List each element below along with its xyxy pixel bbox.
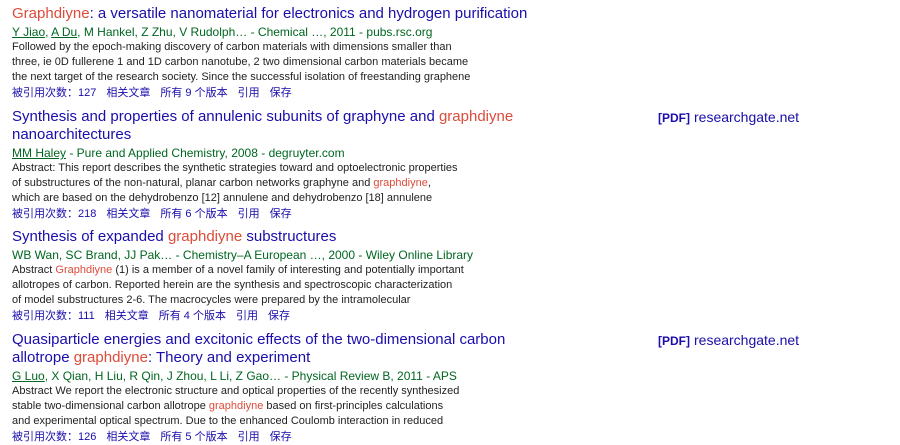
cite-link[interactable]: 引用 bbox=[238, 431, 260, 443]
snippet-text: of model substructures 2-6. The macrocyc… bbox=[12, 294, 411, 306]
result-actions: 被引用次数：127 相关文章 所有 9 个版本 引用 保存 bbox=[12, 86, 892, 101]
related-articles-link[interactable]: 相关文章 bbox=[106, 431, 150, 443]
result-authors: MM Haley - Pure and Applied Chemistry, 2… bbox=[12, 146, 892, 161]
pdf-tag: [PDF] bbox=[658, 111, 690, 125]
snippet-line: Abstract: This report describes the synt… bbox=[12, 161, 512, 176]
snippet-line: which are based on the dehydrobenzo [12]… bbox=[12, 191, 512, 206]
save-link[interactable]: 保存 bbox=[270, 87, 292, 99]
cited-by-link[interactable]: 被引用次数：127 bbox=[12, 87, 96, 99]
result-actions: 被引用次数：126 相关文章 所有 5 个版本 引用 保存 bbox=[12, 430, 892, 445]
snippet-text: the next target of the research society.… bbox=[12, 71, 471, 83]
highlighted-term: graphdiyne bbox=[438, 108, 514, 125]
snippet-text: stable two-dimensional carbon allotrope bbox=[12, 400, 209, 412]
pdf-link[interactable]: [PDF] researchgate.net bbox=[658, 108, 799, 127]
result-title: Synthesis and properties of annulenic su… bbox=[12, 108, 532, 144]
pdf-link[interactable]: [PDF] researchgate.net bbox=[658, 331, 799, 350]
snippet-text: Followed by the epoch-making discovery o… bbox=[12, 41, 452, 53]
result-authors: Y Jiao, A Du, M Hankel, Z Zhu, V Rudolph… bbox=[12, 25, 433, 39]
snippet-line: stable two-dimensional carbon allotrope … bbox=[12, 399, 512, 414]
cite-link[interactable]: 引用 bbox=[238, 208, 260, 220]
highlighted-term: graphdiyne bbox=[167, 228, 243, 245]
search-result: Synthesis and properties of annulenic su… bbox=[12, 108, 892, 222]
result-actions: 被引用次数：111 相关文章 所有 4 个版本 引用 保存 bbox=[12, 309, 892, 324]
author-link[interactable]: G Luo bbox=[12, 369, 45, 383]
pdf-tag: [PDF] bbox=[658, 334, 690, 348]
result-title-link[interactable]: Quasiparticle energies and excitonic eff… bbox=[12, 331, 505, 366]
title-text: nanoarchitectures bbox=[12, 126, 132, 143]
cited-by-link[interactable]: 被引用次数：126 bbox=[12, 431, 96, 443]
cite-link[interactable]: 引用 bbox=[238, 87, 260, 99]
cited-by-link[interactable]: 被引用次数：218 bbox=[12, 208, 96, 220]
result-title: Graphdiyne: a versatile nanomaterial for… bbox=[12, 5, 532, 23]
all-versions-link[interactable]: 所有 6 个版本 bbox=[160, 208, 227, 220]
snippet-line: three, ie 0D fullerene 1 and 1D carbon n… bbox=[12, 55, 512, 70]
snippet-line: Abstract Graphdiyne (1) is a member of a… bbox=[12, 263, 512, 278]
snippet-text: of substructures of the non-natural, pla… bbox=[12, 177, 374, 189]
authors-source-text: - Pure and Applied Chemistry, 2008 - deg… bbox=[66, 146, 345, 160]
result-authors: G Luo, X Qian, H Liu, R Qin, J Zhou, L L… bbox=[12, 369, 892, 384]
cited-by-link[interactable]: 被引用次数：111 bbox=[12, 310, 95, 322]
related-articles-link[interactable]: 相关文章 bbox=[106, 208, 150, 220]
snippet-text: which are based on the dehydrobenzo [12]… bbox=[12, 192, 433, 204]
snippet-text: three, ie 0D fullerene 1 and 1D carbon n… bbox=[12, 56, 469, 68]
authors-source-text: , X Qian, H Liu, R Qin, J Zhou, L Li, Z … bbox=[44, 369, 457, 383]
author-link[interactable]: A Du bbox=[51, 25, 77, 39]
snippet-text: Abstract bbox=[12, 264, 56, 276]
authors-source-text: , M Hankel, Z Zhu, V Rudolph… - Chemical… bbox=[77, 25, 433, 39]
snippet-line: the next target of the research society.… bbox=[12, 70, 512, 85]
result-snippet: Abstract: This report describes the synt… bbox=[12, 161, 512, 206]
result-actions: 被引用次数：218 相关文章 所有 6 个版本 引用 保存 bbox=[12, 207, 892, 222]
snippet-text: Abstract We report the electronic struct… bbox=[12, 385, 460, 397]
snippet-line: and experimental optical spectrum. Due t… bbox=[12, 414, 512, 429]
cite-link[interactable]: 引用 bbox=[236, 310, 258, 322]
author-link[interactable]: MM Haley bbox=[12, 146, 66, 160]
all-versions-link[interactable]: 所有 5 个版本 bbox=[160, 431, 227, 443]
search-result: Graphdiyne: a versatile nanomaterial for… bbox=[12, 5, 892, 101]
snippet-line: Followed by the epoch-making discovery o… bbox=[12, 40, 512, 55]
snippet-line: allotropes of carbon. Reported herein ar… bbox=[12, 278, 512, 293]
save-link[interactable]: 保存 bbox=[270, 431, 292, 443]
highlighted-term: Graphdiyne bbox=[12, 5, 90, 22]
author-link[interactable]: Y Jiao bbox=[12, 25, 45, 39]
pdf-site: researchgate.net bbox=[694, 332, 800, 348]
title-text: Synthesis of expanded bbox=[12, 228, 168, 245]
highlighted-term: graphdiyne bbox=[73, 349, 148, 366]
result-snippet: Abstract We report the electronic struct… bbox=[12, 384, 512, 429]
result-title-link[interactable]: Synthesis of expanded graphdiyne substru… bbox=[12, 228, 336, 245]
save-link[interactable]: 保存 bbox=[268, 310, 290, 322]
highlighted-term: Graphdiyne bbox=[55, 264, 113, 276]
result-snippet: Followed by the epoch-making discovery o… bbox=[12, 40, 512, 85]
snippet-line: Abstract We report the electronic struct… bbox=[12, 384, 512, 399]
snippet-text: (1) is a member of a novel family of int… bbox=[112, 264, 464, 276]
result-title: Synthesis of expanded graphdiyne substru… bbox=[12, 228, 532, 246]
pdf-site: researchgate.net bbox=[694, 109, 800, 125]
snippet-line: of substructures of the non-natural, pla… bbox=[12, 176, 512, 191]
search-result: Quasiparticle energies and excitonic eff… bbox=[12, 331, 892, 445]
snippet-text: and experimental optical spectrum. Due t… bbox=[12, 415, 444, 427]
snippet-text: Abstract: This report describes the synt… bbox=[12, 162, 458, 174]
snippet-line: of model substructures 2-6. The macrocyc… bbox=[12, 293, 512, 308]
related-articles-link[interactable]: 相关文章 bbox=[105, 310, 149, 322]
authors-source-text: WB Wan, SC Brand, JJ Pak… - Chemistry–A … bbox=[12, 248, 474, 262]
title-text: : Theory and experiment bbox=[147, 349, 311, 366]
save-link[interactable]: 保存 bbox=[270, 208, 292, 220]
search-result: Synthesis of expanded graphdiyne substru… bbox=[12, 228, 892, 324]
result-snippet: Abstract Graphdiyne (1) is a member of a… bbox=[12, 263, 512, 308]
all-versions-link[interactable]: 所有 9 个版本 bbox=[160, 87, 227, 99]
snippet-text: based on first-principles calculations bbox=[263, 400, 444, 412]
result-title: Quasiparticle energies and excitonic eff… bbox=[12, 331, 532, 367]
related-articles-link[interactable]: 相关文章 bbox=[106, 87, 150, 99]
all-versions-link[interactable]: 所有 4 个版本 bbox=[159, 310, 226, 322]
highlighted-term: graphdiyne bbox=[208, 400, 264, 412]
title-text: substructures bbox=[242, 228, 337, 245]
result-title-link[interactable]: Synthesis and properties of annulenic su… bbox=[12, 108, 513, 143]
title-text: Synthesis and properties of annulenic su… bbox=[12, 108, 439, 125]
highlighted-term: graphdiyne bbox=[373, 177, 428, 189]
snippet-text: , bbox=[427, 177, 431, 189]
title-text: : a versatile nanomaterial for electroni… bbox=[89, 5, 528, 22]
result-title-link[interactable]: Graphdiyne: a versatile nanomaterial for… bbox=[12, 5, 527, 22]
result-authors: WB Wan, SC Brand, JJ Pak… - Chemistry–A … bbox=[12, 248, 892, 263]
snippet-text: allotropes of carbon. Reported herein ar… bbox=[12, 279, 453, 291]
